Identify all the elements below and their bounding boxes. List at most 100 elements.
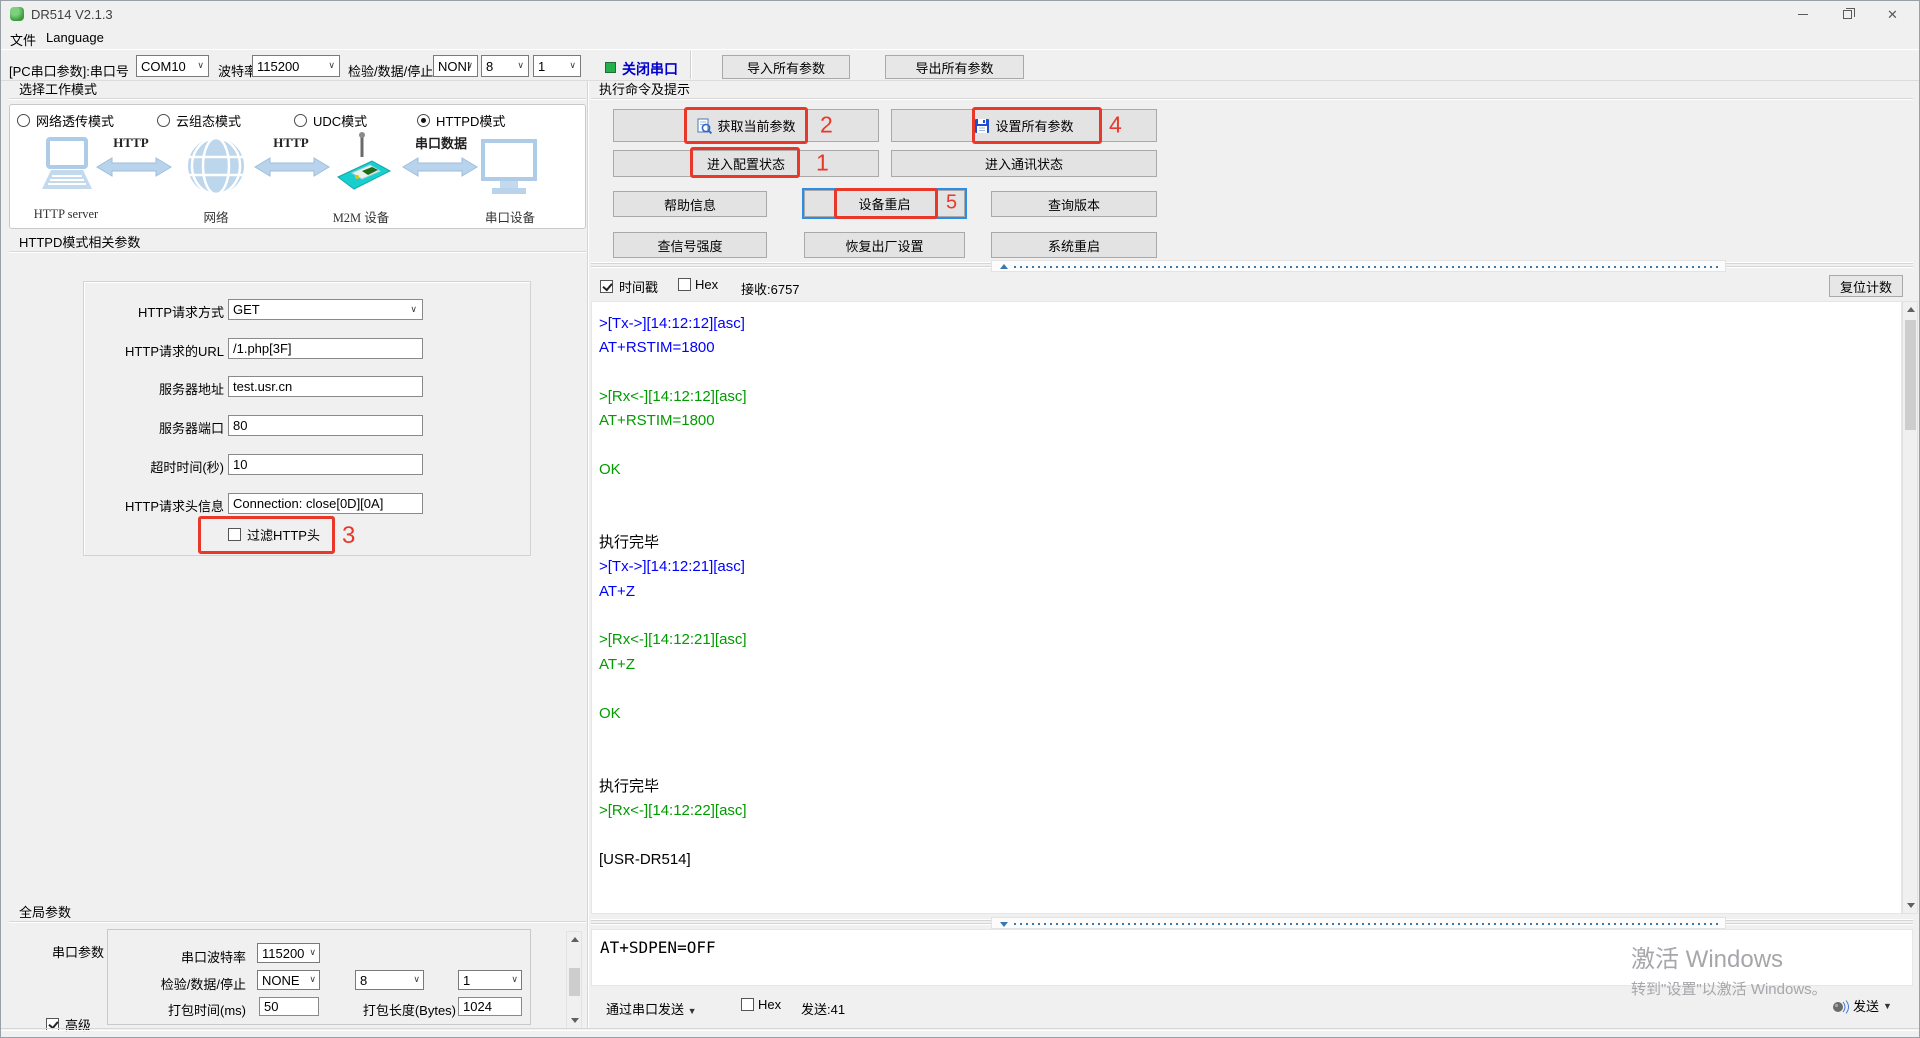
collapse-down-icon[interactable] (1000, 922, 1008, 927)
restore-button[interactable] (1825, 1, 1870, 27)
field-input-5[interactable]: Connection: close[0D][0A] (228, 493, 423, 514)
log-line: OK (599, 461, 621, 479)
annotation-number-5: 5 (946, 191, 958, 214)
pack-length-input[interactable]: 1024 (458, 997, 522, 1016)
titlebar: DR514 V2.1.3 ✕ (1, 1, 1919, 27)
mode-box: 网络透传模式 云组态模式 UDC模式 HTTPD模式 HTTP server HTTP (9, 104, 586, 229)
splitter-handle[interactable] (991, 917, 1726, 929)
system-restart-button[interactable]: 系统重启 (991, 232, 1157, 258)
menu-file[interactable]: 文件 (10, 30, 36, 49)
close-button[interactable]: ✕ (1870, 1, 1915, 27)
httpd-section-header: HTTPD模式相关参数 (9, 234, 586, 252)
help-info-button[interactable]: 帮助信息 (613, 191, 767, 217)
parity-select[interactable]: NONI ∨ (433, 55, 478, 77)
send-hex-option[interactable]: Hex (741, 997, 781, 1012)
log-line: AT+RSTIM=1800 (599, 339, 715, 357)
send-hex-label: Hex (758, 997, 782, 1012)
reset-count-button[interactable]: 复位计数 (1829, 275, 1903, 297)
scrollbar-thumb[interactable] (569, 968, 580, 996)
baud-select[interactable]: 115200 ∨ (252, 55, 340, 77)
minimize-button[interactable] (1780, 1, 1825, 27)
recv-hex-option[interactable]: Hex (678, 277, 718, 292)
send-button[interactable]: 发送 ▼ (1831, 996, 1892, 1015)
export-params-button[interactable]: 导出所有参数 (885, 55, 1024, 79)
timestamp-checkbox[interactable] (600, 280, 613, 293)
scroll-up-icon[interactable] (1907, 307, 1915, 312)
windows-activation-watermark: 激活 Windows 转到"设置"以激活 Windows。 (1631, 939, 1827, 999)
send-input-value[interactable]: AT+SDPEN=OFF (600, 938, 716, 957)
pc-serial-label: [PC串口参数]:串口号 (9, 64, 129, 79)
log-splitter-bottom[interactable] (591, 917, 1913, 929)
send-icon (1833, 1000, 1849, 1014)
enter-config-slot: 进入配置状态 1 (613, 147, 879, 178)
menu-language[interactable]: Language (46, 30, 104, 45)
node-label-http-server: HTTP server (33, 207, 99, 221)
send-hex-checkbox[interactable] (741, 998, 754, 1011)
log-splitter-top[interactable] (591, 260, 1913, 272)
advanced-option[interactable]: 高级 (46, 1015, 91, 1034)
sent-count: 发送:41 (801, 1002, 846, 1017)
field-input-3[interactable]: 80 (228, 415, 423, 436)
g-baud-select[interactable]: 115200 ∨ (257, 943, 320, 963)
monitor-icon (481, 139, 537, 194)
g-baud-label: 串口波特率 (180, 950, 246, 965)
close-icon: ✕ (1887, 6, 1898, 22)
log-line: AT+Z (599, 582, 635, 600)
g-databits-select[interactable]: 8 ∨ (355, 970, 424, 990)
field-input-1[interactable]: /1.php[3F] (228, 338, 423, 359)
databits-select[interactable]: 8 ∨ (481, 55, 529, 77)
field-input-0[interactable]: GET ∨ (228, 299, 423, 320)
field-input-4[interactable]: 10 (228, 454, 423, 475)
chevron-down-icon: ▼ (687, 1006, 697, 1016)
node-label-m2m: M2M 设备 (332, 211, 390, 225)
factory-reset-button[interactable]: 恢复出厂设置 (804, 232, 965, 258)
timestamp-label: 时间戳 (619, 280, 659, 295)
query-signal-button[interactable]: 查信号强度 (613, 232, 767, 258)
global-scrollbar[interactable] (566, 931, 582, 1029)
scrollbar-thumb[interactable] (1905, 320, 1916, 430)
field-input-2[interactable]: test.usr.cn (228, 376, 423, 397)
log-line: [USR-DR514] (599, 850, 691, 868)
log-scrollbar[interactable] (1902, 301, 1918, 914)
device-restart-button[interactable]: 设备重启 (804, 190, 965, 217)
recv-hex-checkbox[interactable] (678, 278, 691, 291)
chevron-down-icon: ∨ (413, 974, 420, 985)
pack-time-input[interactable]: 50 (259, 997, 319, 1016)
toolbar-separator (690, 51, 691, 79)
get-current-params-button[interactable]: 获取当前参数 (613, 109, 879, 142)
link-label-serial-data: 串口数据 (414, 136, 467, 151)
chevron-down-icon: ∨ (569, 60, 576, 70)
splitter-handle[interactable] (991, 260, 1726, 272)
import-params-button[interactable]: 导入所有参数 (722, 55, 850, 79)
collapse-up-icon[interactable] (1000, 264, 1008, 269)
query-version-button[interactable]: 查询版本 (991, 191, 1157, 217)
com-port-select[interactable]: COM10 ∨ (136, 55, 209, 77)
log-line: AT+Z (599, 655, 635, 673)
restore-icon (1843, 7, 1855, 19)
stopbits-select[interactable]: 1 ∨ (533, 55, 581, 77)
log-line: >[Tx->][14:12:21][asc] (599, 558, 745, 576)
serial-params-label: 串口参数 (52, 945, 105, 960)
log-line: >[Rx<-][14:12:22][asc] (599, 801, 747, 819)
annotation-number-2: 2 (820, 110, 833, 137)
scroll-down-icon[interactable] (1907, 903, 1915, 908)
send-via-serial-dropdown[interactable]: 通过串口发送 ▼ (606, 999, 697, 1018)
log-line: 执行完毕 (599, 534, 660, 552)
parity-label: 检验/数据/停止 (348, 64, 434, 79)
mode-diagram: HTTP server HTTP 网络 HTTP M2M 设备 串口数据 串口设… (10, 105, 587, 230)
g-stopbits-select[interactable]: 1 ∨ (458, 970, 522, 990)
chevron-down-icon: ▼ (1883, 1000, 1892, 1011)
scroll-up-icon[interactable] (571, 937, 579, 942)
system-restart-slot: 系统重启 (991, 232, 1157, 258)
close-port-button[interactable]: 关闭串口 (622, 59, 678, 79)
log-area[interactable]: >[Tx->][14:12:12][asc] AT+RSTIM=1800 >[Rx… (591, 301, 1902, 914)
enter-comm-state-button[interactable]: 进入通讯状态 (891, 150, 1157, 177)
timestamp-option[interactable]: 时间戳 (600, 277, 658, 296)
g-parity-select[interactable]: NONE ∨ (257, 970, 320, 990)
enter-config-state-button[interactable]: 进入配置状态 (613, 150, 879, 177)
scroll-down-icon[interactable] (571, 1018, 579, 1023)
